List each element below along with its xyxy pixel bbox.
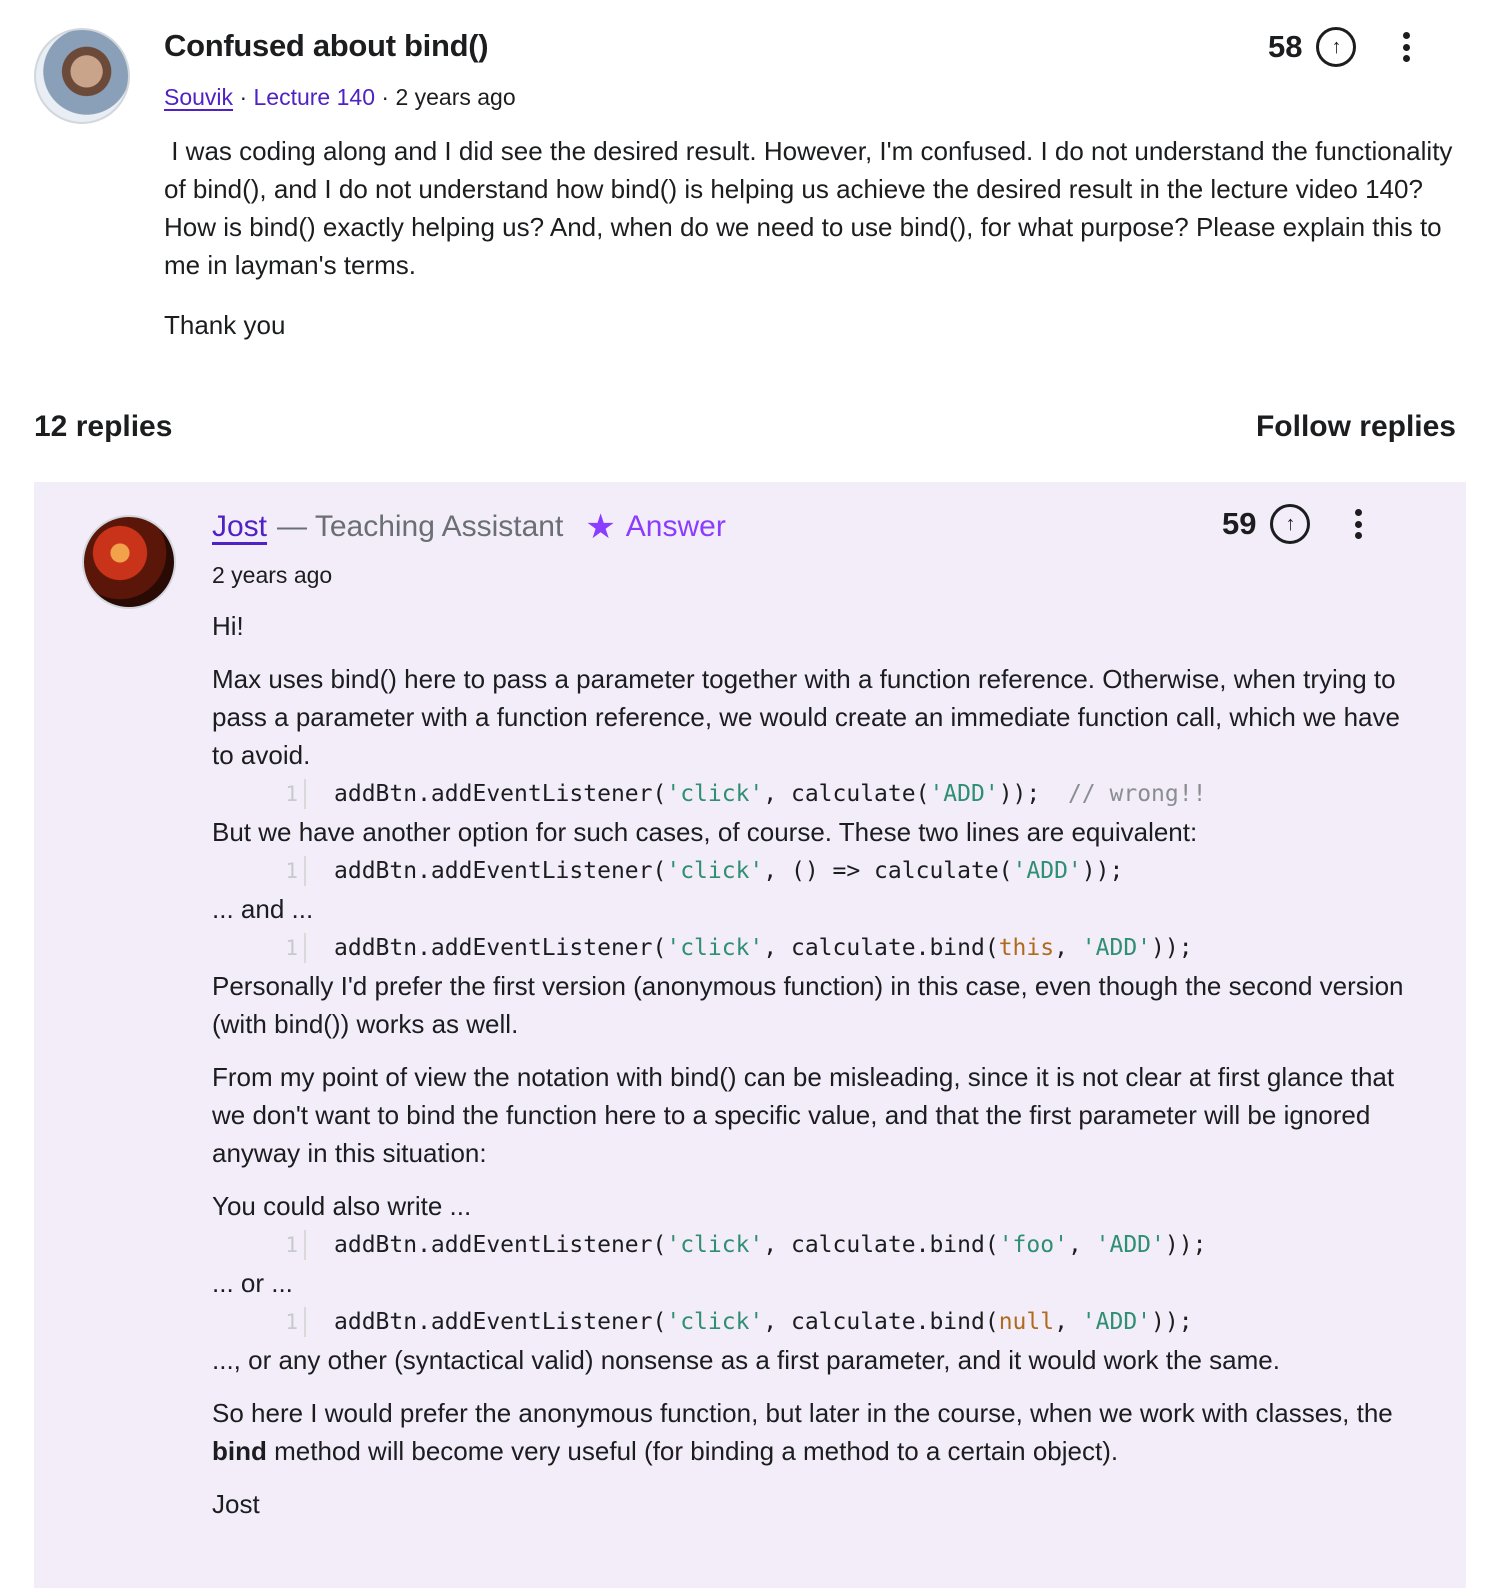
question-post: Confused about bind() Souvik · Lecture 1…	[0, 0, 1490, 400]
upvote-icon[interactable]: ↑	[1316, 27, 1357, 67]
meta-separator: ·	[381, 84, 396, 110]
answer-paragraph: From my point of view the notation with …	[212, 1062, 1395, 1168]
code-token: ));	[1081, 857, 1124, 884]
code-token: , () => calculate(	[763, 857, 1013, 884]
replies-bar: 12 replies Follow replies	[34, 402, 1456, 452]
answer-paragraph: ... and ...	[212, 894, 314, 924]
answer-author-avatar[interactable]	[82, 515, 176, 609]
code-line-number: 1	[278, 778, 306, 809]
code-block: 1 addBtn.addEventListener('click', calcu…	[212, 1302, 1412, 1341]
answer-paragraph: Personally I'd prefer the first version …	[212, 971, 1404, 1039]
question-meta: Souvik · Lecture 140 · 2 years ago	[164, 84, 516, 111]
code-line-number: 1	[278, 1229, 306, 1260]
code-token: ));	[1151, 934, 1193, 961]
code-comment: // wrong!!	[1067, 780, 1207, 807]
code-token: 'click'	[666, 1308, 764, 1335]
question-more-icon[interactable]	[1400, 32, 1412, 62]
question-vote: 58 ↑	[1268, 27, 1357, 67]
answer-paragraph: Hi!	[212, 611, 244, 641]
code-token: addBtn.addEventListener(	[334, 934, 667, 961]
answer-paragraph: But we have another option for such case…	[212, 817, 1198, 847]
code-block: 1 addBtn.addEventListener('click', () =>…	[212, 851, 1412, 890]
code-token: 'click'	[666, 934, 764, 961]
answer-paragraph: Max uses bind() here to pass a parameter…	[212, 664, 1400, 770]
code-token: ));	[1164, 1231, 1207, 1258]
answer-author-role: — Teaching Assistant	[277, 510, 564, 543]
code-token: , calculate.bind(	[763, 1308, 999, 1335]
code-token: 'click'	[666, 857, 764, 884]
question-vote-count: 58	[1268, 29, 1303, 64]
answer-badge: Answer	[625, 510, 726, 543]
code-token: 'ADD'	[1095, 1231, 1165, 1258]
answer-vote-count: 59	[1222, 506, 1257, 541]
star-icon: ★	[585, 508, 616, 546]
code-token: 'ADD'	[929, 780, 999, 807]
code-line-number: 1	[278, 932, 306, 963]
code-block: 1 addBtn.addEventListener('click', calcu…	[212, 928, 1412, 967]
code-token: ,	[1067, 1231, 1096, 1258]
answer-more-icon[interactable]	[1352, 509, 1364, 539]
code-block: 1 addBtn.addEventListener('click', calcu…	[212, 774, 1412, 813]
question-time: 2 years ago	[395, 84, 516, 110]
code-token: 'click'	[666, 1231, 764, 1258]
answer-paragraph: ..., or any other (syntactical valid) no…	[212, 1345, 1280, 1375]
code-token: 'ADD'	[1081, 1308, 1152, 1335]
answer-post: Jost — Teaching Assistant ★ Answer 2 yea…	[34, 482, 1466, 1588]
code-token: addBtn.addEventListener(	[334, 780, 667, 807]
meta-separator: ·	[239, 84, 254, 110]
code-token: , calculate.bind(	[763, 1231, 999, 1258]
answer-paragraph: So here I would prefer the anonymous fun…	[212, 1394, 1412, 1470]
code-block: 1 addBtn.addEventListener('click', calcu…	[212, 1225, 1412, 1264]
upvote-icon[interactable]: ↑	[1270, 504, 1311, 544]
question-paragraph: I was coding along and I did see the des…	[164, 136, 1460, 280]
answer-signature: Jost	[212, 1489, 260, 1519]
text-run: So here I would prefer the anonymous fun…	[212, 1398, 1393, 1428]
question-title: Confused about bind()	[164, 28, 489, 63]
code-line-number: 1	[278, 855, 306, 886]
code-token: null	[998, 1308, 1055, 1335]
question-paragraph: Thank you	[164, 310, 286, 340]
answer-vote: 59 ↑	[1222, 504, 1311, 544]
answer-header: Jost — Teaching Assistant ★ Answer	[212, 510, 726, 544]
answer-paragraph: You could also write ...	[212, 1191, 472, 1221]
code-token: addBtn.addEventListener(	[334, 1231, 667, 1258]
answer-author-link[interactable]: Jost	[212, 510, 267, 544]
text-run: method will become very useful (for bind…	[266, 1436, 1119, 1466]
answer-time: 2 years ago	[212, 562, 333, 588]
follow-replies-button[interactable]: Follow replies	[1256, 410, 1456, 444]
code-token: , calculate(	[763, 780, 930, 807]
code-token: ,	[1054, 1308, 1082, 1335]
code-token: , calculate.bind(	[763, 934, 999, 961]
code-token: 'ADD'	[1081, 934, 1152, 961]
question-author-link[interactable]: Souvik	[164, 84, 233, 110]
code-token: addBtn.addEventListener(	[334, 1308, 667, 1335]
code-token: ));	[1151, 1308, 1193, 1335]
question-body: I was coding along and I did see the des…	[164, 132, 1454, 344]
answer-paragraph: ... or ...	[212, 1268, 293, 1298]
code-token: addBtn.addEventListener(	[334, 857, 667, 884]
code-line-number: 1	[278, 1306, 306, 1337]
code-token: this	[998, 934, 1055, 961]
answer-body: Hi! Max uses bind() here to pass a param…	[212, 607, 1412, 1523]
code-token: 'ADD'	[1012, 857, 1082, 884]
code-token: 'foo'	[998, 1231, 1068, 1258]
code-token: 'click'	[666, 780, 764, 807]
question-author-avatar[interactable]	[34, 28, 130, 124]
replies-count: 12 replies	[34, 410, 173, 443]
lecture-link[interactable]: Lecture 140	[254, 84, 375, 110]
code-token: ));	[998, 780, 1068, 807]
code-token: ,	[1054, 934, 1082, 961]
bold-text: bind	[212, 1436, 267, 1466]
